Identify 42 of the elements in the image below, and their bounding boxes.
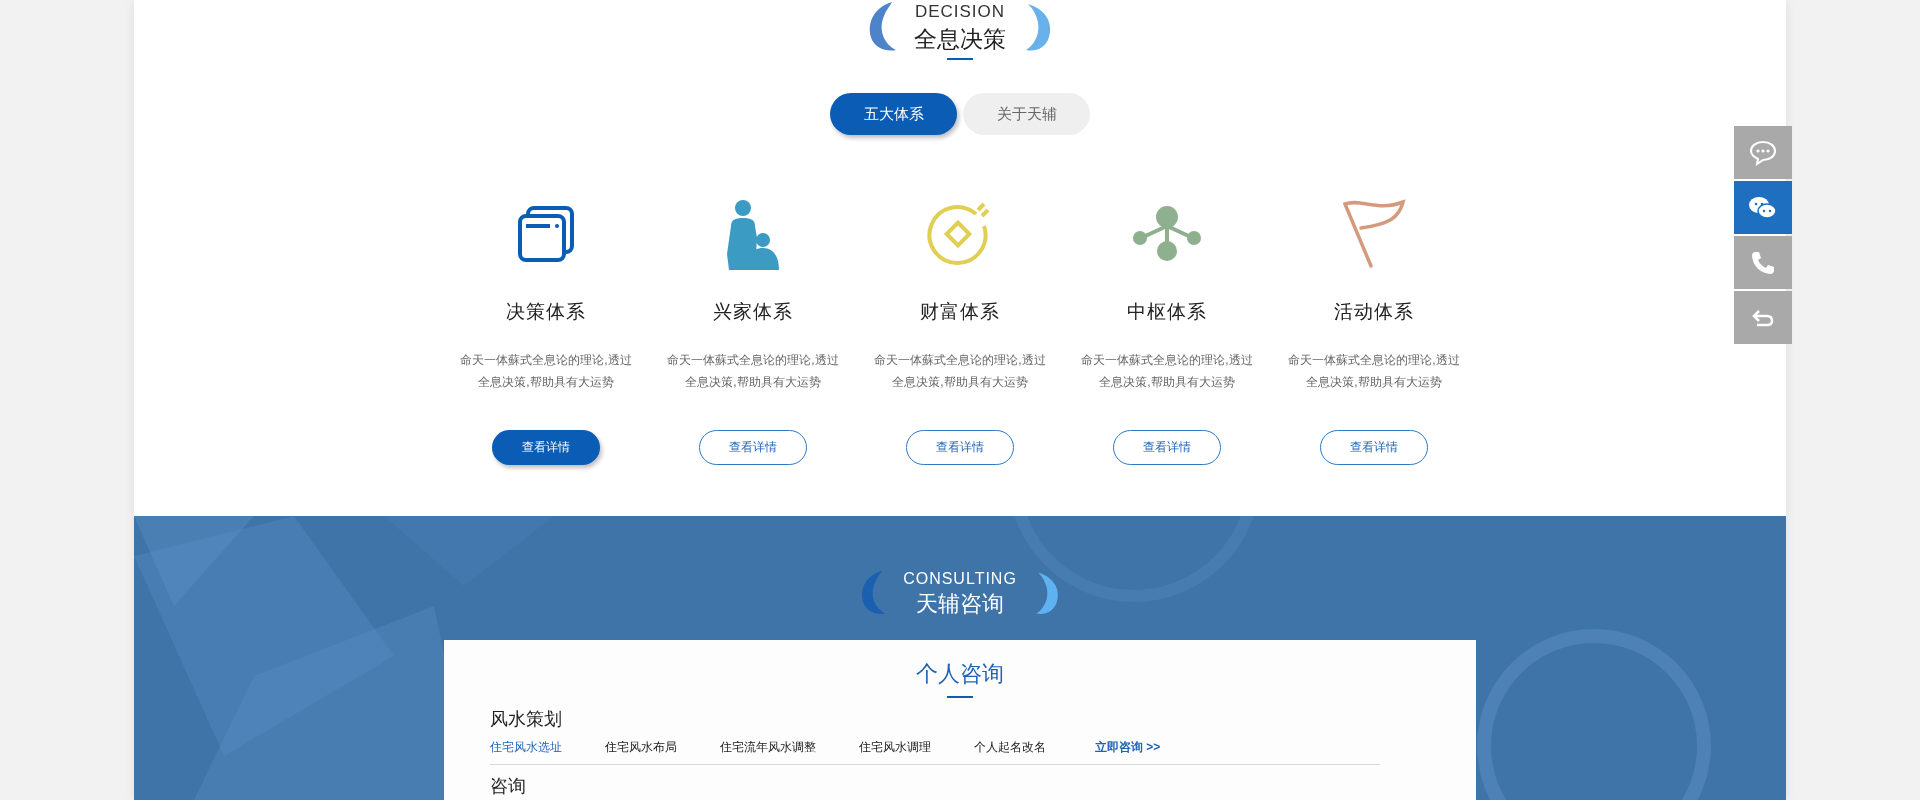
system-description: 命天一体蘇式全息论的理论,透过 全息决策,帮助具有大运势 [460,351,632,391]
details-button[interactable]: 查看详情 [492,429,600,465]
window-icon [516,204,576,264]
system-title: 活动体系 [1334,300,1414,324]
system-description: 命天一体蘇式全息论的理论,透过 全息决策,帮助具有大运势 [874,351,1046,391]
group-heading: 风水策划 [490,708,563,731]
section-title: 全息决策 [914,25,1006,54]
section-subtitle: DECISION [914,1,1006,23]
wechat-icon [1748,194,1778,221]
chat-icon [1749,139,1777,166]
system-title: 中枢体系 [1127,300,1207,324]
back-icon [1751,307,1775,328]
flag-icon [1341,198,1407,270]
service-link[interactable]: 住宅风水选址 [490,738,562,756]
service-link[interactable]: 住宅风水布局 [605,738,677,756]
details-button[interactable]: 查看详情 [699,429,807,465]
network-icon [1131,204,1203,264]
details-button[interactable]: 查看详情 [1320,429,1428,465]
system-title: 财富体系 [920,300,1000,324]
system-description: 命天一体蘇式全息论的理论,透过 全息决策,帮助具有大运势 [1288,351,1460,391]
details-button[interactable]: 查看详情 [1113,429,1221,465]
service-link[interactable]: 个人起名改名 [974,738,1046,756]
system-title: 决策体系 [506,300,586,324]
sidebar-button[interactable] [1734,291,1792,344]
details-button[interactable]: 查看详情 [906,429,1014,465]
service-link[interactable]: 住宅流年风水调整 [720,738,816,756]
phone-icon [1750,249,1776,276]
system-description: 命天一体蘇式全息论的理论,透过 全息决策,帮助具有大运势 [1081,351,1253,391]
system-description: 命天一体蘇式全息论的理论,透过 全息决策,帮助具有大运势 [667,351,839,391]
mother-child-icon [725,198,781,270]
sidebar-button[interactable] [1734,126,1792,179]
tab[interactable]: 五大体系 [830,93,957,135]
sidebar-button[interactable] [1734,181,1792,234]
tab[interactable]: 关于天辅 [963,93,1090,135]
section-subtitle: CONSULTING [903,569,1017,589]
system-title: 兴家体系 [713,300,793,324]
service-link[interactable]: 住宅风水调理 [859,738,931,756]
section-title: 天辅咨询 [916,590,1004,618]
sidebar-button[interactable] [1734,236,1792,289]
group-heading: 咨询 [490,775,527,798]
card-title: 个人咨询 [916,660,1004,688]
consult-link[interactable]: 立即咨询 >> [1095,738,1161,756]
